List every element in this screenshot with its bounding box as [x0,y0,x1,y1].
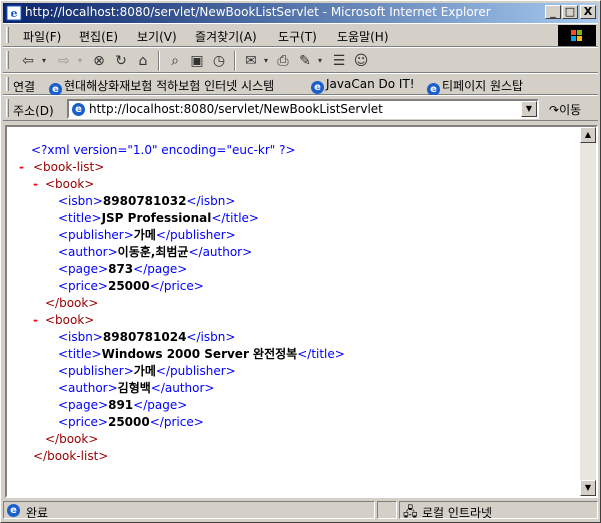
collapse-book-icon[interactable]: - [33,176,38,193]
address-bar: 주소(D) e http://localhost:8080/servlet/Ne… [3,95,598,121]
status-main: e 완료 [3,501,375,520]
menu-help[interactable]: 도움말(H) [337,28,389,45]
standard-toolbar: ⇦ ▾ ⇨ ▾ ⊗ ↻ ⌂ ⌕ ▣ ◷ ✉ ▾ ⎙ ✎ ▾ ☰ ☺ [3,47,598,73]
link-hyundai[interactable]: e 현대해상화재보험 적하보험 인터넷 시스템 [49,77,274,96]
browser-window: e http://localhost:8080/servlet/NewBookL… [0,0,601,523]
search-icon[interactable]: ⌕ [165,51,185,71]
toolbar-separator [158,51,160,71]
back-icon[interactable]: ⇦ [17,51,39,71]
forward-icon[interactable]: ⇨ [53,51,75,71]
history-icon[interactable]: ◷ [209,51,229,71]
minimize-button[interactable]: _ [545,5,561,19]
toolbar-grip[interactable] [6,51,9,69]
maximize-button[interactable]: □ [562,5,578,19]
links-bar: 연결 e 현대해상화재보험 적하보험 인터넷 시스템 e JavaCan Do IT… [3,73,598,96]
edit-icon[interactable]: ✎ [295,51,315,71]
xml-book-close: </book> [45,432,99,446]
mail-icon[interactable]: ✉ [241,51,261,71]
links-grip[interactable] [6,77,9,91]
ie-page-icon: e [72,103,85,116]
refresh-icon[interactable]: ↻ [111,51,131,71]
vertical-scrollbar[interactable]: ▲ ▼ [580,127,596,496]
menu-favorites[interactable]: 즐겨찾기(A) [195,28,257,45]
page-content[interactable]: <?xml version="1.0" encoding="euc-kr" ?>… [5,125,598,498]
close-button[interactable]: X [580,5,596,19]
xml-declaration: <?xml version="1.0" encoding="euc-kr" ?> [31,143,296,157]
ie-icon: e [6,5,22,21]
menu-grip[interactable] [6,27,9,43]
toolbar-separator [234,51,236,71]
collapse-book-icon[interactable]: - [33,312,38,329]
xml-author: <author>이동훈,최범균</author> [58,245,253,259]
address-input[interactable]: e http://localhost:8080/servlet/NewBookL… [67,99,539,119]
status-zone: 🖧 로컬 인트라넷 [399,501,598,520]
forward-dropdown-icon[interactable]: ▾ [75,51,85,71]
xml-book-open: <book> [45,177,95,191]
xml-title: <title>JSP Professional</title> [58,211,259,225]
xml-root-open: <book-list> [33,160,105,174]
xml-isbn: <isbn>8980781032</isbn> [58,194,236,208]
ie-page-icon: e [7,504,20,517]
xml-book-close: </book> [45,296,99,310]
messenger-icon[interactable]: ☺ [351,51,371,71]
svg-text:e: e [11,7,18,20]
xml-root-close: </book-list> [33,449,109,463]
menu-tools[interactable]: 도구(T) [278,28,317,45]
xml-price: <price>25000</price> [58,415,204,429]
menu-view[interactable]: 보기(V) [137,28,177,45]
links-label: 연결 [13,80,36,94]
address-grip[interactable] [6,99,9,117]
xml-book-open: <book> [45,313,95,327]
xml-price: <price>25000</price> [58,279,204,293]
go-arrow-icon: ↷ [549,103,560,117]
discuss-icon[interactable]: ☰ [329,51,349,71]
menu-edit[interactable]: 편집(E) [79,28,118,45]
windows-logo-icon [558,25,596,46]
window-title: http://localhost:8080/servlet/NewBookLis… [25,5,491,19]
menu-file[interactable]: 파일(F) [23,28,61,45]
scroll-down-icon[interactable]: ▼ [580,480,596,496]
go-button[interactable]: ↷이동 [549,101,581,118]
link-tpage[interactable]: e 티페이지 원스탑 [427,77,523,96]
collapse-root-icon[interactable]: - [19,159,24,176]
link-javacan[interactable]: e JavaCan Do IT! [311,77,415,94]
xml-publisher: <publisher>가메</publisher> [58,228,236,242]
stop-icon[interactable]: ⊗ [89,51,109,71]
xml-title: <title>Windows 2000 Server 완전정복</title> [58,347,345,361]
print-icon[interactable]: ⎙ [273,51,293,71]
mail-dropdown-icon[interactable]: ▾ [261,51,271,71]
address-dropdown-icon[interactable]: ▼ [521,101,537,117]
status-text: 완료 [26,506,49,520]
status-bar: e 완료 🖧 로컬 인트라넷 [3,500,598,520]
xml-isbn: <isbn>8980781024</isbn> [58,330,236,344]
xml-publisher: <publisher>가메</publisher> [58,364,236,378]
xml-page: <page>891</page> [58,398,188,412]
favorites-icon[interactable]: ▣ [187,51,207,71]
menu-bar: 파일(F) 편집(E) 보기(V) 즐겨찾기(A) 도구(T) 도움말(H) [3,23,598,47]
zone-text: 로컬 인트라넷 [422,506,493,520]
title-bar[interactable]: e http://localhost:8080/servlet/NewBookL… [3,3,598,23]
back-dropdown-icon[interactable]: ▾ [39,51,49,71]
ie-page-icon: e [311,81,324,94]
scroll-up-icon[interactable]: ▲ [580,127,596,143]
edit-dropdown-icon[interactable]: ▾ [315,51,325,71]
address-url[interactable]: http://localhost:8080/servlet/NewBookLis… [89,102,383,116]
intranet-icon: 🖧 [403,505,418,520]
status-slot [377,501,397,519]
xml-author: <author>김형백</author> [58,381,215,395]
home-icon[interactable]: ⌂ [133,51,153,71]
xml-page: <page>873</page> [58,262,188,276]
address-label: 주소(D) [13,104,54,118]
